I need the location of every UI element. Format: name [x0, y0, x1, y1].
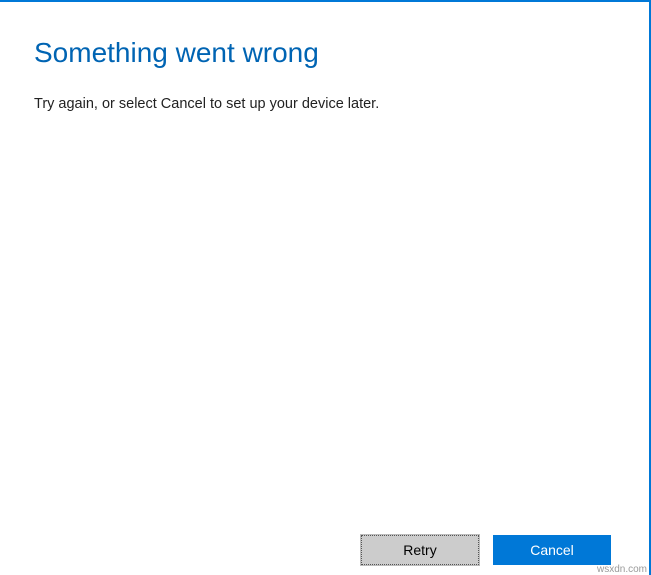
dialog-heading: Something went wrong — [34, 36, 615, 70]
setup-error-dialog: Something went wrong Try again, or selec… — [0, 0, 651, 575]
dialog-content: Something went wrong Try again, or selec… — [0, 2, 649, 114]
cancel-button[interactable]: Cancel — [493, 535, 611, 565]
watermark-text: wsxdn.com — [597, 564, 647, 575]
dialog-message: Try again, or select Cancel to set up yo… — [34, 94, 615, 114]
button-row: Retry Cancel — [361, 535, 611, 565]
retry-button[interactable]: Retry — [361, 535, 479, 565]
